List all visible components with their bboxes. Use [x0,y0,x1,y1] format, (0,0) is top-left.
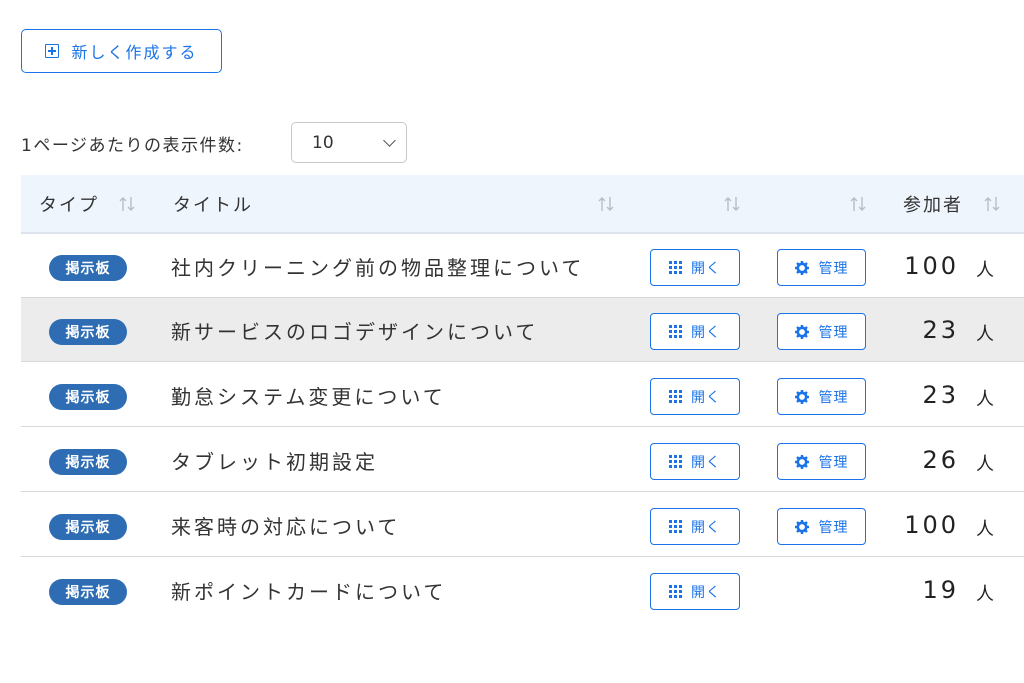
row-title[interactable]: タブレット初期設定 [171,428,378,492]
table-header: タイプ タイトル 参加者 [21,175,1024,234]
open-button[interactable]: 開く [650,313,740,350]
manage-button[interactable]: 管理 [777,508,866,545]
sort-arrows-icon[interactable] [724,195,740,213]
create-new-label: 新しく作成する [71,43,198,62]
table-row: 掲示板 社内クリーニング前の物品整理について 開く 管理 100 人 [21,234,1024,298]
open-button-label: 開く [691,584,721,601]
open-button[interactable]: 開く [650,249,740,286]
gear-icon [794,389,809,404]
type-badge: 掲示板 [49,579,127,605]
grid-icon [669,520,682,533]
plus-square-icon [45,44,60,58]
open-button-label: 開く [691,324,721,341]
sort-arrows-icon[interactable] [119,195,135,213]
row-title[interactable]: 新サービスのロゴデザインについて [171,298,538,362]
gear-icon [794,260,809,275]
manage-button[interactable]: 管理 [777,378,866,415]
table-row: 掲示板 勤怠システム変更について 開く 管理 23 人 [21,363,1024,427]
grid-icon [669,325,682,338]
column-header-type[interactable]: タイプ [39,175,99,232]
participant-count: 23 [922,316,959,344]
column-header-participants[interactable]: 参加者 [903,175,963,232]
participant-count: 100 [904,511,959,539]
participant-unit: 人 [976,454,994,475]
column-header-participants-label: 参加者 [903,194,963,216]
type-badge: 掲示板 [49,514,127,540]
open-button-label: 開く [691,260,721,277]
open-button[interactable]: 開く [650,573,740,610]
participant-unit: 人 [976,389,994,410]
manage-button-label: 管理 [818,324,849,341]
row-title[interactable]: 来客時の対応について [171,493,400,557]
open-button-label: 開く [691,389,721,406]
participant-count: 23 [922,381,959,409]
table-row: 掲示板 新サービスのロゴデザインについて 開く 管理 23 人 [21,298,1024,362]
table-row: 掲示板 タブレット初期設定 開く 管理 26 人 [21,428,1024,492]
open-button[interactable]: 開く [650,443,740,480]
type-badge: 掲示板 [49,319,127,345]
open-button[interactable]: 開く [650,508,740,545]
open-button[interactable]: 開く [650,378,740,415]
manage-button-label: 管理 [818,454,849,471]
participant-unit: 人 [976,260,994,281]
participant-count: 26 [922,446,959,474]
grid-icon [669,261,682,274]
participant-count: 100 [904,252,959,280]
row-title[interactable]: 勤怠システム変更について [171,363,446,427]
column-header-title[interactable]: タイトル [173,175,253,232]
chevron-down-icon [383,134,396,147]
row-title[interactable]: 新ポイントカードについて [171,558,446,622]
gear-icon [794,454,809,469]
grid-icon [669,390,682,403]
row-title[interactable]: 社内クリーニング前の物品整理について [171,234,584,298]
open-button-label: 開く [691,519,721,536]
sort-arrows-icon[interactable] [598,195,614,213]
manage-button[interactable]: 管理 [777,443,866,480]
manage-button-label: 管理 [818,389,849,406]
manage-button[interactable]: 管理 [777,249,866,286]
type-badge: 掲示板 [49,384,127,410]
column-header-title-label: タイトル [173,194,253,216]
manage-button-label: 管理 [818,260,849,277]
open-button-label: 開く [691,454,721,471]
sort-arrows-icon[interactable] [984,195,1000,213]
participant-unit: 人 [976,584,994,605]
grid-icon [669,585,682,598]
type-badge: 掲示板 [49,449,127,475]
grid-icon [669,455,682,468]
per-page-label: 1ページあたりの表示件数: [21,136,244,156]
participant-count: 19 [922,576,959,604]
participant-unit: 人 [976,519,994,540]
per-page-select[interactable]: 10 [291,122,407,163]
participant-unit: 人 [976,324,994,345]
table-row: 掲示板 新ポイントカードについて 開く 19 人 [21,558,1024,622]
gear-icon [794,324,809,339]
type-badge: 掲示板 [49,255,127,281]
gear-icon [794,519,809,534]
manage-button-label: 管理 [818,519,849,536]
sort-arrows-icon[interactable] [850,195,866,213]
manage-button[interactable]: 管理 [777,313,866,350]
column-header-type-label: タイプ [39,194,99,216]
per-page-value: 10 [312,132,334,153]
table-row: 掲示板 来客時の対応について 開く 管理 100 人 [21,493,1024,557]
create-new-button[interactable]: 新しく作成する [21,29,222,73]
